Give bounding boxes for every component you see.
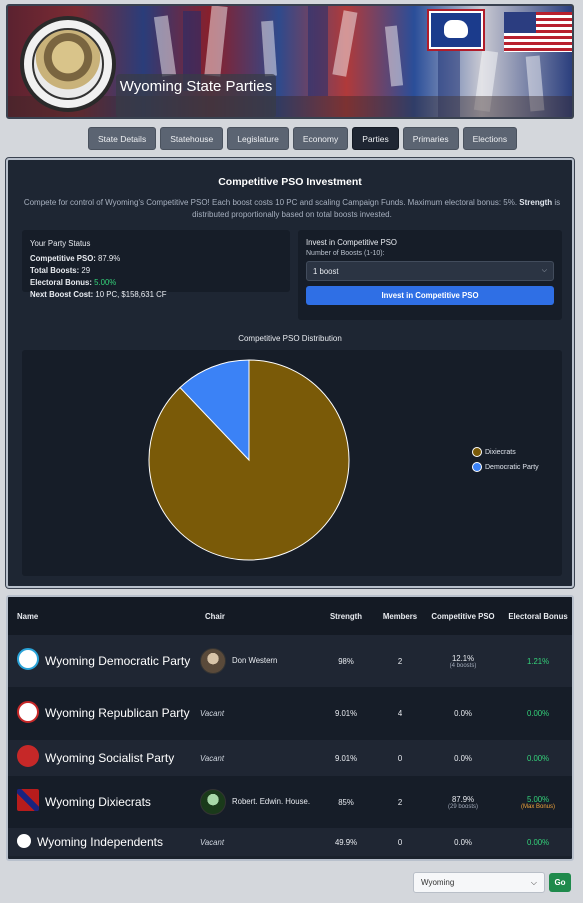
col-chair[interactable]: Chair (196, 597, 314, 635)
state-select-value: Wyoming (421, 878, 455, 887)
party-strength: 85% (338, 797, 354, 807)
col-strength[interactable]: Strength (314, 597, 378, 635)
tab-economy[interactable]: Economy (292, 127, 349, 150)
invest-heading: Invest in Competitive PSO (306, 238, 398, 247)
party-pso: 0.0% (454, 709, 472, 718)
tab-statehouse[interactable]: Statehouse (160, 127, 224, 150)
boosts-label: Number of Boosts (1-10): (306, 250, 385, 257)
tab-primaries[interactable]: Primaries (402, 127, 459, 150)
donkey-logo-icon (17, 648, 39, 671)
party-pso: 87.9% (29 boosts) (447, 794, 478, 810)
avatar (200, 648, 226, 674)
party-name[interactable]: Wyoming Democratic Party (8, 635, 196, 687)
invest-card: Invest in Competitive PSO Number of Boos… (298, 230, 562, 320)
parties-table: Name Chair Strength Members Competitive … (6, 595, 574, 861)
tab-elections[interactable]: Elections (462, 127, 518, 150)
party-bonus: 1.21% (526, 656, 550, 666)
legend-swatch (472, 462, 482, 472)
party-chair: Vacant (200, 753, 224, 763)
tab-state-details[interactable]: State Details (88, 127, 157, 150)
party-chair[interactable]: Don Western (196, 635, 314, 687)
party-strength: 9.01% (334, 753, 358, 763)
party-bonus: 0.00% (526, 753, 550, 763)
boosts-select[interactable]: 1 boost ⌵ (306, 261, 554, 281)
chart-title: Competitive PSO Distribution (238, 334, 342, 343)
legend-item-dixiecrats[interactable]: Dixiecrats (472, 447, 539, 457)
table-row[interactable]: Wyoming Dixiecrats Robert. Edwin. House.… (8, 776, 572, 828)
party-bonus: 0.00% (526, 709, 550, 718)
go-button[interactable]: Go (549, 873, 571, 892)
party-strength: 49.9% (334, 837, 358, 847)
party-members: 2 (397, 656, 403, 666)
state-banner: Wyoming State Parties (6, 4, 574, 119)
chevron-down-icon: ⌵ (530, 877, 537, 887)
party-name[interactable]: Wyoming Republican Party (8, 687, 196, 740)
invest-button[interactable]: Invest in Competitive PSO (306, 286, 554, 305)
party-status-heading: Your Party Status (30, 239, 91, 248)
table-row[interactable]: Wyoming Republican Party Vacant 9.01% 4 … (8, 687, 572, 740)
tab-parties[interactable]: Parties (352, 127, 399, 150)
status-cost: Next Boost Cost: 10 PC, $158,631 CF (30, 290, 167, 299)
party-chair: Vacant (200, 709, 224, 718)
party-bonus: 0.00% (526, 837, 550, 847)
legend-swatch (472, 447, 482, 457)
wyoming-seal-icon (20, 16, 116, 112)
col-members[interactable]: Members (378, 597, 422, 635)
party-name[interactable]: Wyoming Independents (8, 828, 196, 856)
party-members: 2 (397, 797, 403, 807)
state-tabs: State Details Statehouse Legislature Eco… (88, 127, 518, 150)
party-bonus: 5.00% (Max Bonus) (520, 794, 555, 810)
party-name[interactable]: Wyoming Dixiecrats (8, 776, 196, 828)
party-members: 0 (397, 753, 403, 763)
table-row[interactable]: Wyoming Socialist Party Vacant 9.01% 0 0… (8, 740, 572, 776)
confederate-flag-icon (17, 789, 39, 812)
party-pso: 12.1% (4 boosts) (449, 653, 477, 669)
us-flag-icon (504, 12, 572, 52)
boosts-select-value: 1 boost (313, 266, 339, 276)
page-title: Wyoming State Parties (116, 74, 276, 117)
pso-heading: Competitive PSO Investment (218, 176, 362, 188)
avatar (200, 789, 226, 815)
party-name[interactable]: Wyoming Socialist Party (8, 740, 196, 776)
table-row[interactable]: Wyoming Democratic Party Don Western 98%… (8, 635, 572, 687)
legend-label: Democratic Party (485, 463, 539, 471)
pso-description: Compete for control of Wyoming's Competi… (23, 198, 561, 219)
pso-chart: Dixiecrats Democratic Party (22, 350, 562, 576)
chart-legend: Dixiecrats Democratic Party (472, 447, 539, 477)
table-header: Name Chair Strength Members Competitive … (8, 597, 572, 635)
legend-label: Dixiecrats (485, 448, 516, 456)
party-chair[interactable]: Robert. Edwin. House. (196, 776, 314, 828)
party-chair: Vacant (200, 837, 224, 847)
pso-panel: Competitive PSO Investment Compete for c… (5, 157, 575, 589)
col-bonus[interactable]: Electoral Bonus (504, 597, 572, 635)
party-strength: 9.01% (334, 709, 358, 718)
party-pso: 0.0% (454, 837, 472, 847)
legend-item-democratic[interactable]: Democratic Party (472, 462, 539, 472)
party-status-card: Your Party Status Competitive PSO: 87.9%… (22, 230, 290, 299)
col-name[interactable]: Name (8, 597, 196, 635)
status-boosts: Total Boosts: 29 (30, 266, 91, 275)
col-pso[interactable]: Competitive PSO (422, 597, 504, 635)
wyoming-flag-icon (427, 9, 485, 51)
tab-legislature[interactable]: Legislature (227, 127, 289, 150)
status-bonus: Electoral Bonus: 5.00% (30, 278, 117, 287)
party-strength: 98% (338, 656, 354, 666)
party-members: 0 (397, 837, 403, 847)
independent-logo-icon (17, 833, 31, 848)
elephant-logo-icon (17, 700, 39, 723)
table-row[interactable]: Wyoming Independents Vacant 49.9% 0 0.0%… (8, 828, 572, 856)
rose-logo-icon (17, 745, 39, 768)
state-select[interactable]: Wyoming ⌵ (413, 872, 545, 893)
party-pso: 0.0% (454, 753, 472, 763)
party-members: 4 (397, 709, 403, 718)
chevron-down-icon: ⌵ (541, 267, 547, 274)
status-pso: Competitive PSO: 87.9% (30, 254, 121, 263)
